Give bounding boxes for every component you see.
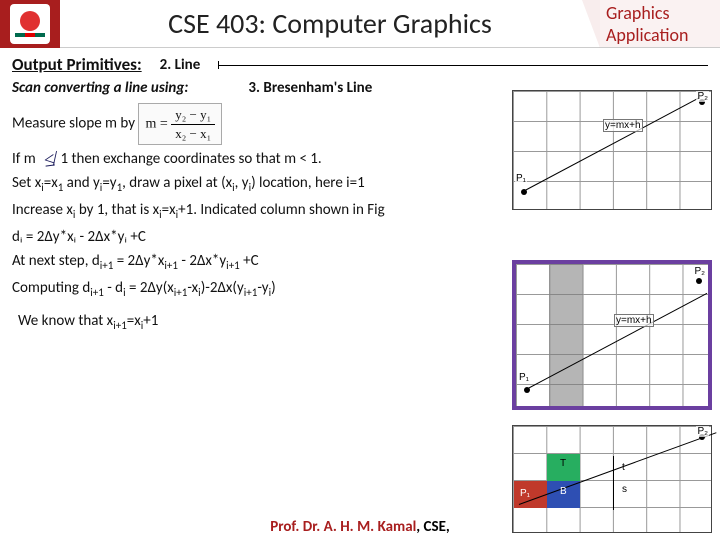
handwritten-not-leq-icon: ≰ [42, 146, 57, 174]
fig3-label-t-small: t [621, 462, 626, 473]
formula-den: x₂ − x₁ [171, 125, 215, 143]
figure-3-grid: P₁ T B P₂ t s [512, 425, 712, 533]
subtitle: Scan converting a line using: [12, 79, 188, 97]
method-name: 3. Bresenham's Line [248, 79, 372, 97]
measure-prefix: Measure slope m by [12, 115, 138, 133]
fig1-label-p1: P₁ [515, 173, 527, 184]
fig1-label-p2: P₂ [696, 91, 709, 102]
fig1-point-p1 [521, 189, 527, 195]
fig2-label-p1: P₁ [518, 372, 530, 383]
university-logo [0, 0, 60, 48]
slide-header: CSE 403: Computer Graphics Graphics Appl… [0, 0, 720, 48]
ifm-rest: 1 then exchange coordinates so that m < … [61, 150, 322, 168]
figure-2-grid: P₁ P₂ y=mx+h [512, 260, 712, 410]
corner-line1: Graphics [606, 2, 714, 24]
fig2-label-p2: P₂ [693, 266, 706, 277]
fig3-label-p2: P₂ [696, 426, 709, 437]
fig2-point-p2 [696, 278, 702, 284]
fig3-label-b: B [559, 486, 568, 497]
formula-num: y₂ − y₁ [171, 106, 215, 125]
fig2-column-shade [549, 264, 583, 406]
formula-lhs: m = [145, 116, 167, 131]
fig3-label-t: T [559, 458, 567, 469]
fig2-point-p1 [524, 387, 530, 393]
section-label: Output Primitives: [12, 54, 142, 75]
footer-dept: , CSE, [416, 518, 449, 536]
course-title: CSE 403: Computer Graphics [60, 6, 600, 41]
ifm-prefix: If m [12, 150, 39, 168]
horizontal-rule-icon [218, 59, 708, 71]
fig3-label-p1: P₁ [519, 488, 531, 499]
d-line-1: dᵢ = 2Δy*xᵢ - 2Δx*yᵢ +C [12, 227, 708, 247]
item-number: 2. Line [160, 56, 201, 74]
slope-formula: m = y₂ − y₁ x₂ − x₁ [138, 103, 222, 145]
fig3-label-s-small: s [621, 484, 628, 495]
fig1-eqn: y=mx+h [603, 119, 643, 132]
footer-author: Prof. Dr. A. H. M. Kamal [270, 518, 416, 536]
slide-footer: Prof. Dr. A. H. M. Kamal, CSE, [0, 518, 720, 536]
topic-corner: Graphics Application [600, 0, 720, 48]
fig2-eqn: y=mx+h [614, 314, 654, 327]
fig3-vbar [613, 456, 614, 510]
corner-line2: Application [606, 24, 714, 46]
figure-1-grid: P₁ P₂ y=mx+h [512, 90, 712, 210]
